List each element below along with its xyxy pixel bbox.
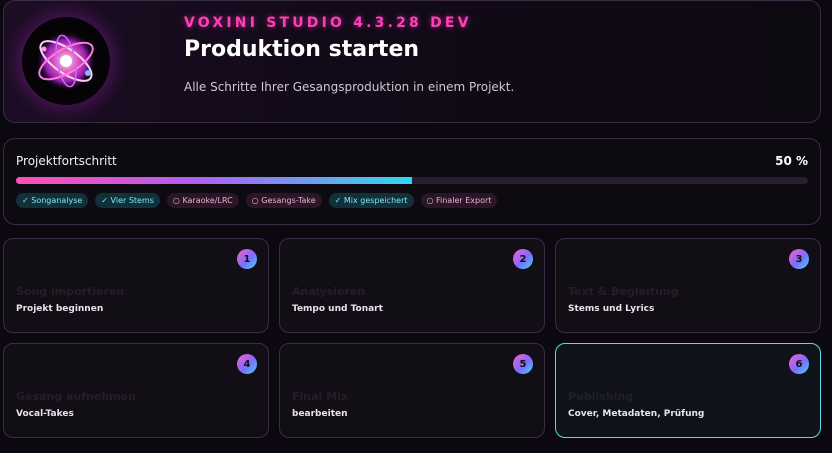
header-banner: VOXINI STUDIO 4.3.28 DEV Produktion star… bbox=[3, 0, 821, 123]
step-number-badge: 5 bbox=[513, 354, 533, 374]
step-title: Text & Begleitung bbox=[568, 285, 679, 298]
step-title: Song importieren bbox=[16, 285, 125, 298]
step-number-badge: 4 bbox=[237, 354, 257, 374]
app-logo-icon bbox=[22, 17, 110, 105]
step-subtitle: bearbeiten bbox=[292, 409, 348, 419]
step-card-analysieren[interactable]: 2 Analysieren Tempo und Tonart bbox=[279, 238, 545, 333]
step-title: Publishing bbox=[568, 390, 634, 403]
page-title: Produktion starten bbox=[184, 37, 420, 62]
chip-finaler-export: ○ Finaler Export bbox=[420, 193, 498, 208]
project-progress-card: Projektfortschritt 50 % ✓ Songanalyse ✓ … bbox=[3, 138, 821, 225]
page-subtitle: Alle Schritte Ihrer Gesangsproduktion in… bbox=[184, 80, 515, 94]
progress-percent: 50 % bbox=[775, 154, 808, 168]
step-number-badge: 6 bbox=[789, 354, 809, 374]
step-title: Analysieren bbox=[292, 285, 366, 298]
step-subtitle: Tempo und Tonart bbox=[292, 304, 383, 314]
step-card-final-mix[interactable]: 5 Final Mix bearbeiten bbox=[279, 343, 545, 438]
step-subtitle: Projekt beginnen bbox=[16, 304, 104, 314]
step-subtitle: Stems und Lyrics bbox=[568, 304, 655, 314]
progress-checklist: ✓ Songanalyse ✓ Vier Stems ○ Karaoke/LRC… bbox=[16, 193, 498, 208]
step-card-song-importieren[interactable]: 1 Song importieren Projekt beginnen bbox=[3, 238, 269, 333]
step-number-badge: 3 bbox=[789, 249, 809, 269]
step-title: Final Mix bbox=[292, 390, 348, 403]
step-number-badge: 1 bbox=[237, 249, 257, 269]
app-version-label: VOXINI STUDIO 4.3.28 DEV bbox=[184, 15, 472, 31]
chip-gesangs-take: ○ Gesangs-Take bbox=[245, 193, 322, 208]
step-number-badge: 2 bbox=[513, 249, 533, 269]
step-card-text-begleitung[interactable]: 3 Text & Begleitung Stems und Lyrics bbox=[555, 238, 821, 333]
chip-mix-gespeichert: ✓ Mix gespeichert bbox=[328, 193, 414, 208]
progress-bar bbox=[16, 177, 808, 184]
step-card-publishing[interactable]: 6 Publishing Cover, Metadaten, Prüfung bbox=[555, 343, 821, 438]
step-subtitle: Vocal-Takes bbox=[16, 409, 74, 419]
step-title: Gesang aufnehmen bbox=[16, 390, 136, 403]
step-subtitle: Cover, Metadaten, Prüfung bbox=[568, 409, 705, 419]
chip-vier-stems: ✓ Vier Stems bbox=[95, 193, 160, 208]
chip-karaoke-lrc: ○ Karaoke/LRC bbox=[166, 193, 239, 208]
progress-bar-fill bbox=[16, 177, 412, 184]
progress-label: Projektfortschritt bbox=[16, 154, 117, 168]
chip-songanalyse: ✓ Songanalyse bbox=[16, 193, 89, 208]
step-card-gesang-aufnehmen[interactable]: 4 Gesang aufnehmen Vocal-Takes bbox=[3, 343, 269, 438]
